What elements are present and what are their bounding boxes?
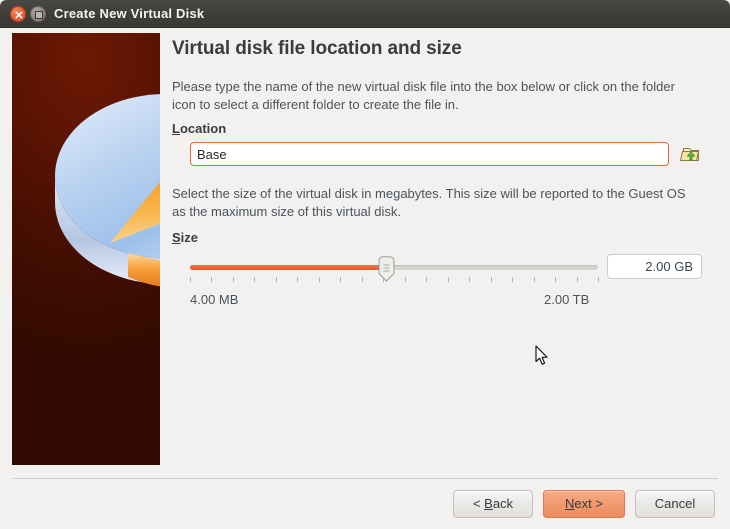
slider-tick	[469, 277, 470, 282]
slider-tick	[426, 277, 427, 282]
slider-tick	[276, 277, 277, 282]
maximize-icon[interactable]	[30, 6, 46, 22]
dialog-body: Virtual disk file location and size Plea…	[0, 28, 730, 529]
close-icon[interactable]	[10, 6, 26, 22]
slider-tick	[491, 277, 492, 282]
slider-tick	[297, 277, 298, 282]
slider-tick	[233, 277, 234, 282]
maximize-glyph	[35, 11, 43, 19]
virtual-disk-pie-illustration	[12, 33, 160, 465]
back-prefix: <	[473, 496, 484, 511]
page-title: Virtual disk file location and size	[172, 38, 462, 60]
location-label-mnemonic: L	[172, 121, 180, 136]
slider-track-fill	[190, 265, 386, 270]
folder-open-icon[interactable]	[679, 142, 703, 166]
slider-tick	[383, 277, 384, 282]
back-rest: ack	[493, 496, 513, 511]
slider-tick	[512, 277, 513, 282]
description-location: Please type the name of the new virtual …	[172, 78, 696, 114]
slider-tick	[577, 277, 578, 282]
location-input[interactable]	[190, 142, 669, 166]
create-new-virtual-disk-window: Create New Virtual Disk	[0, 0, 730, 529]
size-label-rest: ize	[181, 230, 198, 245]
size-value-input[interactable]	[607, 254, 702, 279]
slider-tick	[405, 277, 406, 282]
pie-disk-graphic	[50, 61, 160, 291]
slider-tick	[534, 277, 535, 282]
mouse-pointer	[535, 345, 549, 366]
slider-ticks	[190, 277, 598, 285]
size-slider[interactable]	[190, 255, 598, 291]
description-size: Select the size of the virtual disk in m…	[172, 185, 696, 221]
slider-tick	[555, 277, 556, 282]
size-label-mnemonic: S	[172, 230, 181, 245]
back-mnemonic: B	[484, 496, 493, 511]
slider-tick	[340, 277, 341, 282]
slider-tick	[319, 277, 320, 282]
slider-tick	[448, 277, 449, 282]
cancel-button[interactable]: Cancel	[635, 490, 715, 518]
title-bar: Create New Virtual Disk	[0, 0, 730, 28]
back-button[interactable]: < Back	[453, 490, 533, 518]
slider-tick	[254, 277, 255, 282]
footer-separator	[12, 478, 718, 479]
slider-tick	[211, 277, 212, 282]
slider-tick	[598, 277, 599, 282]
window-title: Create New Virtual Disk	[54, 0, 204, 28]
slider-tick	[362, 277, 363, 282]
size-label: Size	[172, 230, 198, 245]
location-label: Location	[172, 121, 226, 136]
slider-max-label: 2.00 TB	[544, 292, 589, 307]
slider-min-label: 4.00 MB	[190, 292, 238, 307]
slider-tick	[190, 277, 191, 282]
next-rest: ext >	[574, 496, 603, 511]
next-mnemonic: N	[565, 496, 574, 511]
location-label-rest: ocation	[180, 121, 226, 136]
next-button[interactable]: Next >	[543, 490, 625, 518]
